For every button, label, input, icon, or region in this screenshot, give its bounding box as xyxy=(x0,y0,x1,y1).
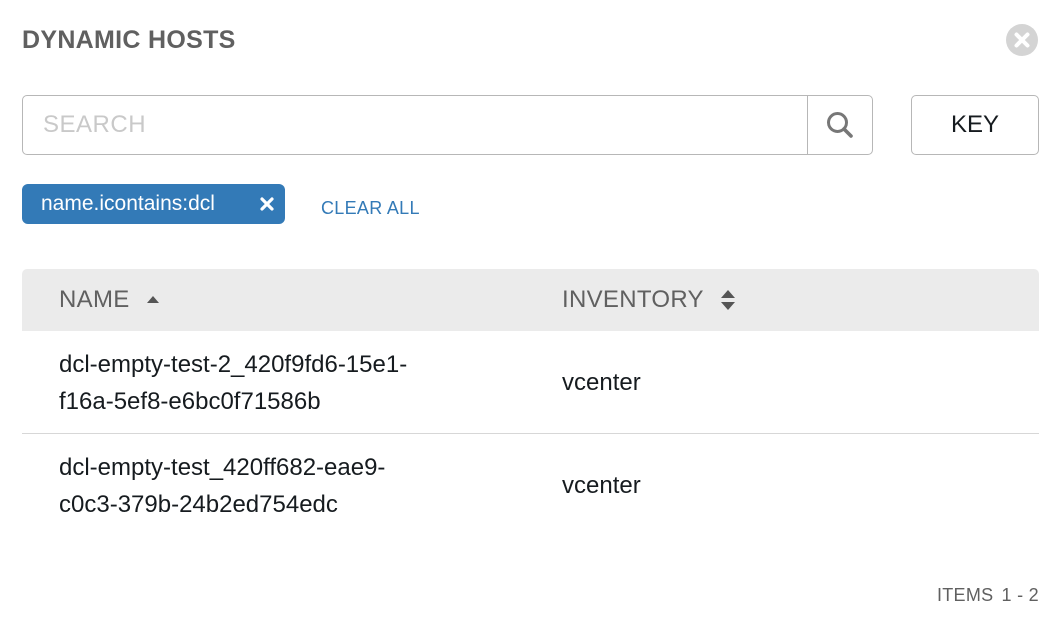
host-name-line: c0c3-379b-24b2ed754edc xyxy=(59,491,338,518)
search-input[interactable] xyxy=(23,96,807,154)
host-name-line: dcl-empty-test_420ff682-eae9- xyxy=(59,454,386,481)
search-icon xyxy=(827,112,853,138)
table-row: dcl-empty-test_420ff682-eae9- c0c3-379b-… xyxy=(22,434,1039,537)
table-row: dcl-empty-test-2_420f9fd6-15e1- f16a-5ef… xyxy=(22,331,1039,434)
filter-tag-label: name.icontains:dcl xyxy=(41,192,215,215)
clear-all-link[interactable]: CLEAR ALL xyxy=(321,198,420,219)
table-header: NAME INVENTORY xyxy=(22,269,1039,331)
column-header-inventory-label: INVENTORY xyxy=(562,286,704,313)
column-header-name-label: NAME xyxy=(59,286,130,313)
search-button[interactable] xyxy=(807,96,872,154)
caret-up-icon xyxy=(146,295,160,305)
pagination-count: ITEMS 1 - 2 xyxy=(937,585,1039,606)
key-button[interactable]: KEY xyxy=(911,95,1039,155)
host-name-cell: dcl-empty-test-2_420f9fd6-15e1- f16a-5ef… xyxy=(59,346,479,420)
sort-both-icon xyxy=(720,289,736,311)
modal-title: DYNAMIC HOSTS xyxy=(22,26,236,54)
close-button[interactable] xyxy=(1006,24,1038,56)
pagination-range: 1 - 2 xyxy=(1001,585,1039,605)
close-x-icon xyxy=(260,197,274,211)
filter-tag: name.icontains:dcl xyxy=(22,184,285,224)
host-name-cell: dcl-empty-test_420ff682-eae9- c0c3-379b-… xyxy=(59,449,479,523)
pagination-label: ITEMS xyxy=(936,585,994,605)
inventory-cell: vcenter xyxy=(562,368,641,396)
column-header-name[interactable]: NAME xyxy=(59,269,160,331)
host-name-line: f16a-5ef8-e6bc0f71586b xyxy=(59,388,321,415)
filter-tag-remove-button[interactable] xyxy=(249,184,285,224)
inventory-cell: vcenter xyxy=(562,471,641,499)
column-header-inventory[interactable]: INVENTORY xyxy=(562,269,736,331)
host-name-line: dcl-empty-test-2_420f9fd6-15e1- xyxy=(59,351,408,378)
close-circle-icon xyxy=(1014,32,1030,48)
search-bar xyxy=(22,95,873,155)
